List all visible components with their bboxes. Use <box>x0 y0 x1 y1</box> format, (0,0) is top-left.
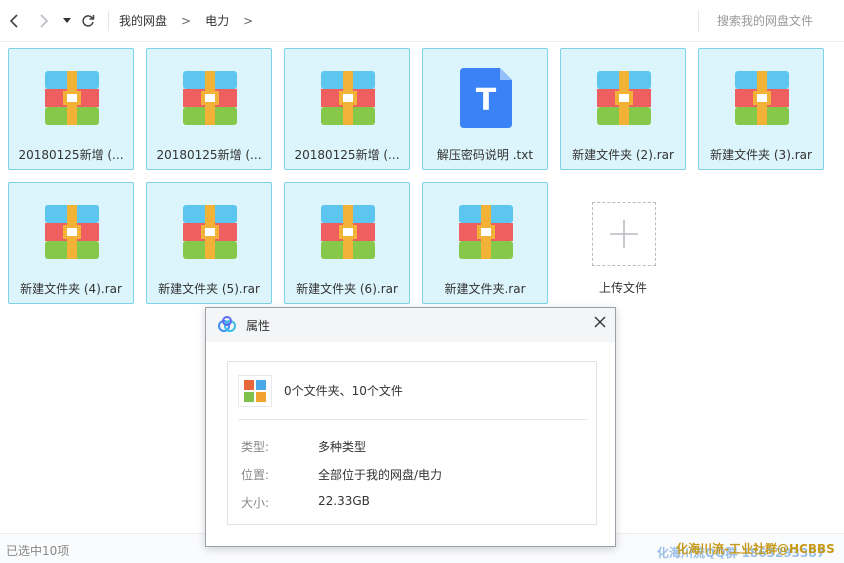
file-item[interactable]: 20180125新增 (... <box>8 48 134 170</box>
breadcrumb-item-home[interactable]: 我的网盘 <box>119 12 167 29</box>
file-item[interactable]: 新建文件夹 (5).rar <box>146 182 272 304</box>
breadcrumb-item-current[interactable]: 电力 <box>205 12 229 29</box>
property-value-type: 多种类型 <box>318 440 367 454</box>
file-name: 新建文件夹 (4).rar <box>20 282 122 296</box>
upload-file-button[interactable]: 上传文件 <box>560 182 686 304</box>
txt-icon-letter: T <box>476 83 497 118</box>
history-dropdown-button[interactable] <box>58 0 76 42</box>
file-item[interactable]: 新建文件夹 (6).rar <box>284 182 410 304</box>
chevron-right-icon <box>40 13 49 28</box>
file-item[interactable]: 新建文件夹.rar <box>422 182 548 304</box>
selection-summary: 0个文件夹、10个文件 <box>284 384 403 398</box>
property-value-size: 22.33GB <box>318 494 370 508</box>
rar-archive-icon <box>597 71 651 125</box>
selection-count: 已选中10项 <box>6 544 70 558</box>
file-name: 新建文件夹.rar <box>444 282 526 296</box>
property-key-location: 位置: <box>241 468 270 482</box>
file-name: 新建文件夹 (2).rar <box>572 148 674 162</box>
file-name: 新建文件夹 (5).rar <box>158 282 260 296</box>
rar-archive-icon <box>321 205 375 259</box>
rar-archive-icon <box>321 71 375 125</box>
caret-down-icon <box>63 17 71 23</box>
file-item[interactable]: 新建文件夹 (3).rar <box>698 48 824 170</box>
toolbar: 我的网盘 > 电力 > 搜索我的网盘文件 <box>0 0 844 42</box>
refresh-button[interactable] <box>76 0 100 42</box>
file-name: 解压密码说明 .txt <box>436 148 534 162</box>
chevron-left-icon <box>9 13 18 28</box>
property-value-location: 全部位于我的网盘/电力 <box>318 468 443 482</box>
properties-panel: 0个文件夹、10个文件 类型: 多种类型 位置: 全部位于我的网盘/电力 大小:… <box>227 361 597 525</box>
dialog-title-bar[interactable]: 属性 <box>206 308 615 342</box>
breadcrumb-separator: > <box>181 13 192 28</box>
property-key-size: 大小: <box>241 496 270 510</box>
upload-drop-box[interactable] <box>592 202 656 266</box>
file-name: 新建文件夹 (6).rar <box>296 282 398 296</box>
rar-archive-icon <box>459 205 513 259</box>
back-button[interactable] <box>0 0 28 42</box>
rar-archive-icon <box>45 205 99 259</box>
upload-label: 上传文件 <box>598 281 647 295</box>
file-name: 20180125新增 (... <box>294 148 400 162</box>
close-icon[interactable] <box>591 313 609 331</box>
file-name: 新建文件夹 (3).rar <box>710 148 812 162</box>
file-item[interactable]: 20180125新增 (... <box>284 48 410 170</box>
file-name: 20180125新增 (... <box>18 148 124 162</box>
file-item[interactable]: 新建文件夹 (2).rar <box>560 48 686 170</box>
file-item[interactable]: 20180125新增 (... <box>146 48 272 170</box>
properties-dialog: 属性 0个文件夹、10个文件 类型: 多种类型 位置: 全部位于我的网盘/电力 … <box>205 307 616 547</box>
multi-file-icon <box>238 375 272 407</box>
baidu-netdisk-logo-icon <box>218 316 236 332</box>
dialog-title: 属性 <box>246 319 271 333</box>
file-item[interactable]: T 解压密码说明 .txt <box>422 48 548 170</box>
rar-archive-icon <box>183 71 237 125</box>
file-item[interactable]: 新建文件夹 (4).rar <box>8 182 134 304</box>
rar-archive-icon <box>183 205 237 259</box>
rar-archive-icon <box>45 71 99 125</box>
watermark: 化海川流-工业社群@HCBBS <box>676 542 835 556</box>
divider <box>238 419 588 420</box>
plus-icon <box>610 220 638 248</box>
rar-archive-icon <box>735 71 789 125</box>
property-key-type: 类型: <box>241 440 270 454</box>
toolbar-divider <box>108 10 109 31</box>
file-name: 20180125新增 (... <box>156 148 262 162</box>
breadcrumb-separator[interactable]: > <box>243 14 253 28</box>
text-file-icon: T <box>460 68 512 128</box>
refresh-icon <box>82 14 95 27</box>
forward-button[interactable] <box>30 0 58 42</box>
search-input[interactable]: 搜索我的网盘文件 <box>698 10 840 32</box>
